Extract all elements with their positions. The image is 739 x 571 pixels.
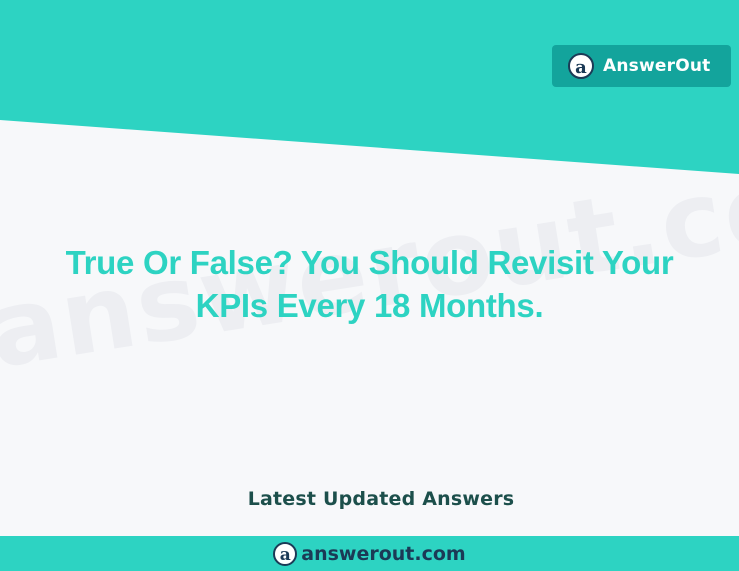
footer-bar: a answerout.com bbox=[0, 536, 739, 571]
brand-badge[interactable]: a AnswerOut bbox=[552, 45, 731, 87]
answerout-logo-icon: a bbox=[568, 53, 594, 79]
teal-header-band bbox=[0, 0, 739, 174]
page-canvas: answerout.com a AnswerOut True Or False?… bbox=[0, 0, 739, 571]
question-line-1: True Or False? You Should Revisit Your bbox=[65, 244, 674, 281]
brand-name: AnswerOut bbox=[603, 56, 711, 76]
latest-answers-label: Latest Updated Answers bbox=[247, 488, 515, 510]
question-heading: True Or False? You Should Revisit Your K… bbox=[0, 241, 739, 327]
question-line-2: KPIs Every 18 Months. bbox=[195, 287, 544, 324]
header-band-shape bbox=[0, 0, 739, 174]
footer-logo-icon: a bbox=[273, 541, 298, 566]
footer-site-link[interactable]: answerout.com bbox=[301, 543, 465, 565]
